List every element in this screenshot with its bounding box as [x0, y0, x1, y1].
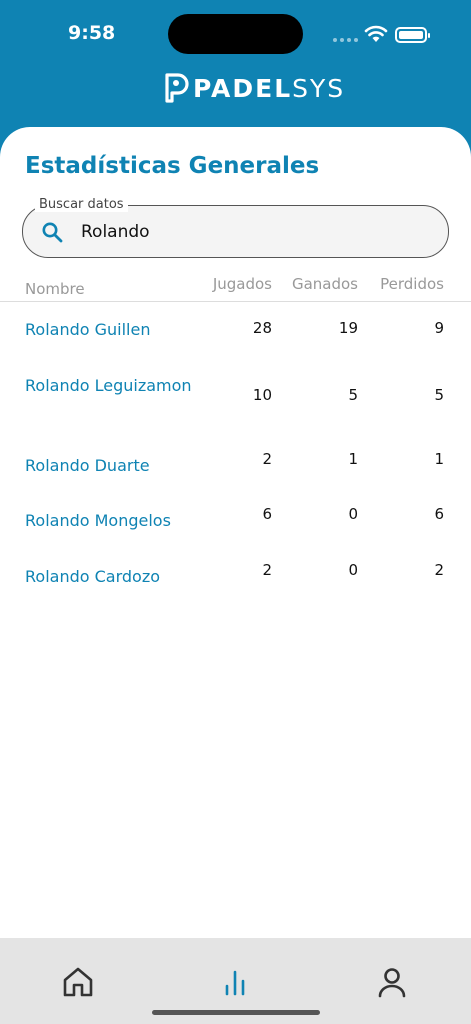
- status-bar: 9:58: [0, 0, 471, 70]
- bar-chart-icon: [225, 970, 245, 996]
- status-time: 9:58: [68, 22, 116, 44]
- bottom-nav: [0, 938, 471, 1024]
- logo-text: PADELSYS: [193, 73, 346, 103]
- header-name: Nombre: [25, 280, 85, 298]
- wifi-icon: [364, 25, 388, 42]
- played-value: 6: [262, 505, 272, 523]
- played-value: 2: [262, 450, 272, 468]
- header-won: Ganados: [291, 275, 358, 293]
- played-value: 2: [262, 561, 272, 579]
- won-value: 19: [338, 319, 358, 337]
- search-field[interactable]: Buscar datos: [22, 197, 449, 258]
- table-row[interactable]: Rolando Leguizamon 10 5 5: [0, 373, 471, 453]
- lost-value: 5: [434, 386, 444, 404]
- played-value: 10: [252, 386, 272, 404]
- search-icon: [42, 222, 63, 243]
- main-content: Estadísticas Generales Buscar datos Nomb…: [0, 127, 471, 938]
- header-lost: Perdidos: [380, 275, 444, 293]
- table-row[interactable]: Rolando Cardozo 2 0 2: [0, 561, 471, 614]
- player-name[interactable]: Rolando Guillen: [25, 317, 205, 342]
- nav-profile-button[interactable]: [374, 964, 410, 1000]
- lost-value: 1: [434, 450, 444, 468]
- player-name[interactable]: Rolando Duarte: [25, 453, 205, 478]
- lost-value: 6: [434, 505, 444, 523]
- player-name[interactable]: Rolando Mongelos: [25, 508, 205, 533]
- player-name[interactable]: Rolando Leguizamon: [25, 373, 205, 398]
- stats-table: Rolando Guillen 28 19 9 Rolando Leguizam…: [0, 317, 471, 614]
- won-value: 0: [348, 561, 358, 579]
- table-row[interactable]: Rolando Mongelos 6 0 6: [0, 505, 471, 564]
- home-icon: [63, 967, 93, 997]
- page-title: Estadísticas Generales: [25, 153, 320, 179]
- won-value: 5: [348, 386, 358, 404]
- battery-icon: [395, 27, 430, 43]
- header-played: Jugados: [212, 275, 272, 293]
- player-name[interactable]: Rolando Cardozo: [25, 564, 205, 589]
- home-indicator[interactable]: [152, 1010, 320, 1015]
- played-value: 28: [252, 319, 272, 337]
- dynamic-island: [168, 14, 303, 54]
- lost-value: 9: [434, 319, 444, 337]
- table-row[interactable]: Rolando Guillen 28 19 9: [0, 317, 471, 373]
- table-row[interactable]: Rolando Duarte 2 1 1: [0, 450, 471, 508]
- nav-home-button[interactable]: [60, 964, 96, 1000]
- nav-stats-button[interactable]: [217, 964, 253, 1000]
- app-logo: PADELSYS: [163, 72, 345, 104]
- lost-value: 2: [434, 561, 444, 579]
- user-icon: [378, 968, 406, 998]
- search-input[interactable]: [81, 206, 431, 257]
- padel-logo-icon: [165, 73, 189, 103]
- table-header: Nombre Jugados Ganados Perdidos: [0, 275, 471, 302]
- won-value: 1: [348, 450, 358, 468]
- signal-icon: [333, 38, 358, 42]
- won-value: 0: [348, 505, 358, 523]
